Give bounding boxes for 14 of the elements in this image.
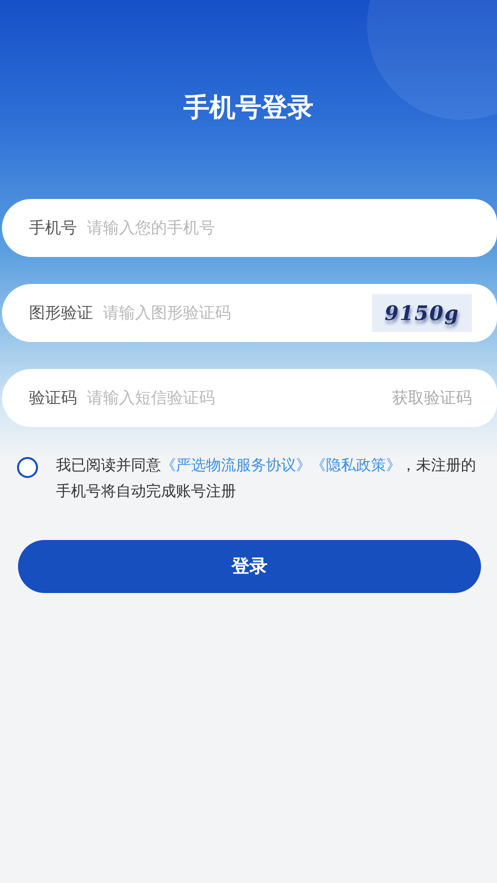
input-field[interactable]: 手机号 请输入您的手机号 [2,199,497,257]
text-input[interactable]: 请输入短信验证码 [87,386,392,410]
field-label: 验证码 [29,387,77,409]
text-input[interactable]: 请输入您的手机号 [87,216,472,240]
agree-checkbox[interactable] [17,457,38,478]
login-button[interactable]: 登录 [18,540,481,593]
field-label: 图形验证 [29,302,93,324]
input-field[interactable]: 图形验证 请输入图形验证码 9150g [2,284,497,342]
page-title: 手机号登录 [184,92,314,125]
field-label: 手机号 [29,217,77,239]
agreement-text: 我已阅读并同意《严选物流服务协议》《隐私政策》，未注册的手机号将自动完成账号注册 [56,455,477,502]
captcha-image[interactable]: 9150g [372,294,472,332]
input-field[interactable]: 验证码 请输入短信验证码 获取验证码 [2,369,497,427]
text-input[interactable]: 请输入图形验证码 [103,301,372,325]
